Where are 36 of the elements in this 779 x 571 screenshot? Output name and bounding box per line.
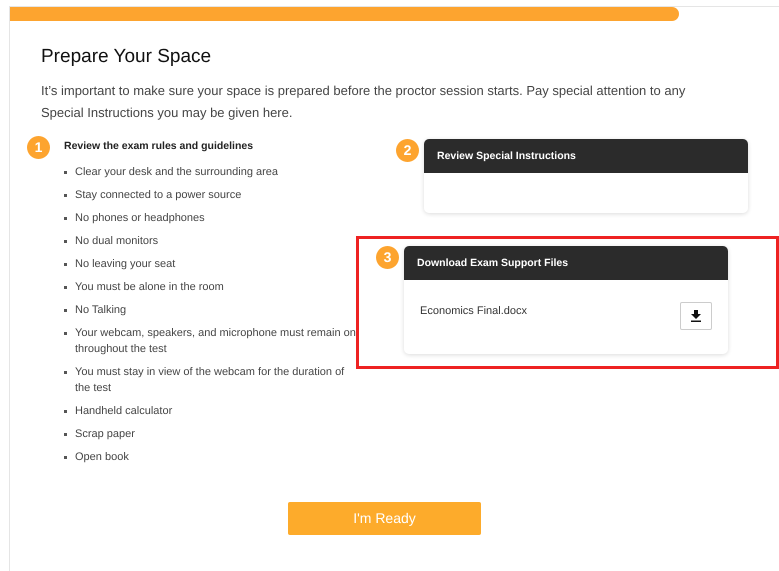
bullet-icon <box>64 370 67 374</box>
bullet-icon <box>64 262 67 266</box>
rule-item: Your webcam, speakers, and microphone must remain on throughout the test <box>75 326 356 357</box>
bullet-icon <box>64 308 67 312</box>
file-name: Economics Final.docx <box>420 304 527 318</box>
rule-item: Clear your desk and the surrounding area <box>75 164 278 180</box>
bullet-icon <box>64 170 67 174</box>
rule-item: Stay connected to a power source <box>75 188 242 203</box>
rule-item: No dual monitors <box>75 234 158 249</box>
bullet-icon <box>64 216 67 220</box>
bullet-icon <box>64 332 67 335</box>
rule-item: No Talking <box>75 302 126 318</box>
step-number: 2 <box>396 138 419 162</box>
bullet-icon <box>64 432 67 436</box>
bullet-icon <box>64 410 67 413</box>
bullet-icon <box>64 456 67 459</box>
step-number: 1 <box>27 136 50 158</box>
rule-item: You must stay in view of the webcam for the duration of the test <box>75 364 346 396</box>
rule-item: Scrap paper <box>75 426 135 442</box>
rule-item: No phones or headphones <box>75 210 205 226</box>
page-title: Prepare Your Space <box>41 45 212 69</box>
intro-text: It’s important to make sure your space is prepared before the proctor session starts. Pay special attention to any Special Instructions you may be given here. <box>41 82 686 122</box>
panel-header: Review Special Instructions <box>424 138 748 172</box>
rule-item: You must be alone in the room <box>75 280 224 295</box>
panel-header: Download Exam Support Files <box>404 246 728 280</box>
rules-heading: Review the exam rules and guidelines <box>64 138 254 154</box>
bullet-icon <box>64 194 67 197</box>
download-icon <box>690 310 702 322</box>
step-number: 3 <box>376 246 399 268</box>
bullet-icon <box>64 240 67 243</box>
rule-item: Open book <box>75 450 129 465</box>
download-button[interactable] <box>680 302 712 330</box>
rule-item: No leaving your seat <box>75 256 176 272</box>
bullet-icon <box>64 286 67 289</box>
rule-item: Handheld calculator <box>75 404 172 419</box>
ready-button[interactable]: I'm Ready <box>288 502 481 536</box>
